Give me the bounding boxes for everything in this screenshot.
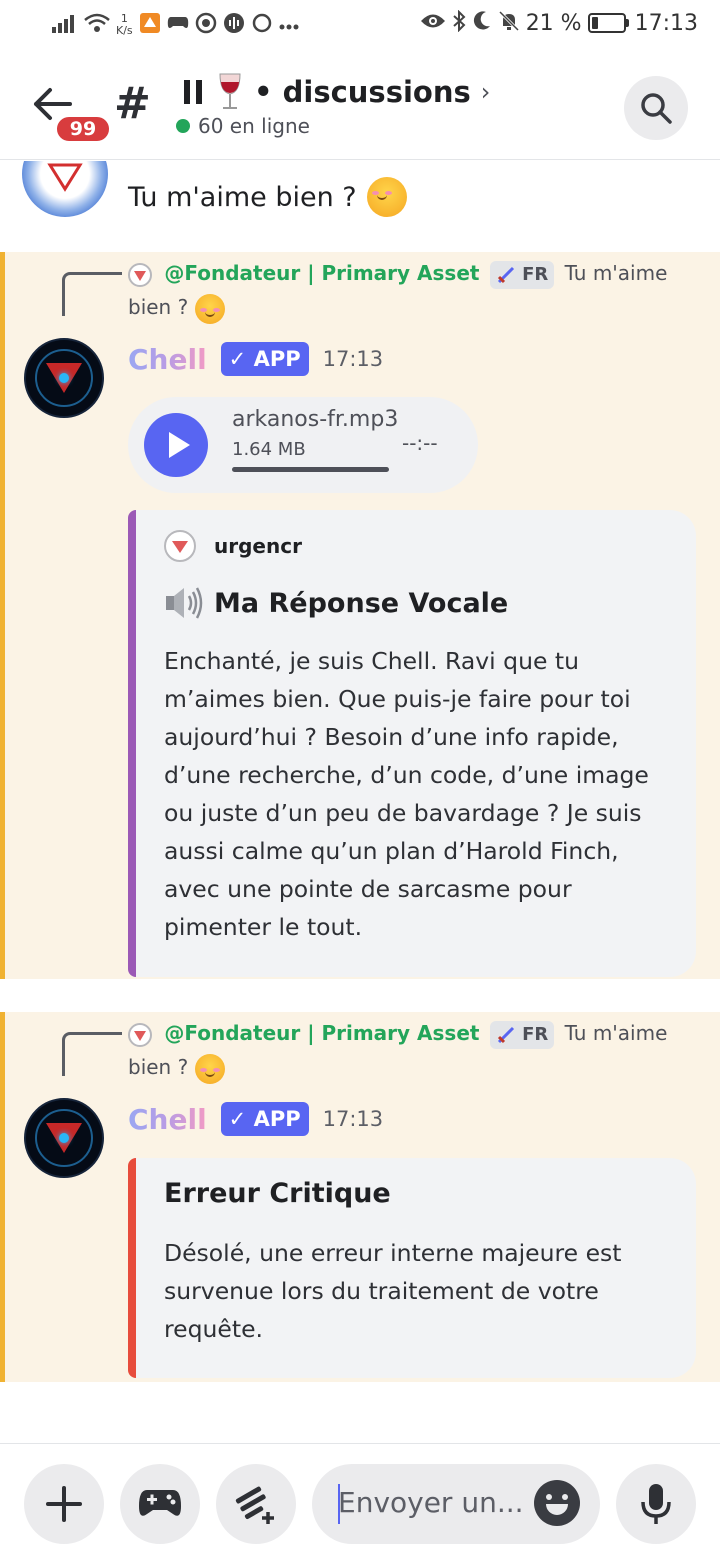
chevron-right-icon: › (480, 78, 491, 106)
previous-message[interactable]: Tu m'aime bien ? (0, 161, 720, 251)
app-badge: ✓ APP (220, 1102, 309, 1136)
embed-error: Erreur Critique Désolé, une erreur inter… (128, 1158, 696, 1378)
embed-title: Ma Réponse Vocale (164, 584, 508, 622)
timestamp: 17:13 (322, 1107, 384, 1131)
channel-header: 99 # • discussions › 60 en ligne (0, 52, 720, 160)
timestamp: 17:13 (322, 347, 384, 371)
reply-preview[interactable]: @Fondateur | Primary Asset FR Tu m'aime … (128, 1016, 688, 1084)
battery-percent: 21 % (525, 10, 582, 36)
author-name[interactable]: Chell (128, 1103, 207, 1136)
embed-title: Erreur Critique (164, 1178, 391, 1209)
pause-icon (184, 80, 202, 104)
bot-eye-icon (59, 1133, 69, 1143)
reply-connector (62, 1032, 122, 1076)
embed-description: Enchanté, je suis Chell. Ravi que tu m’a… (164, 647, 649, 941)
add-attachment-button[interactable] (24, 1464, 104, 1544)
embed-author-avatar-icon (164, 530, 196, 562)
battery-icon (587, 13, 629, 33)
reply-connector (62, 272, 122, 316)
app-launcher-icon (235, 1486, 274, 1524)
message-header: Chell ✓ APP 17:13 (128, 1102, 383, 1136)
microphone-icon (641, 1484, 671, 1524)
channel-title[interactable]: • discussions › (182, 72, 490, 112)
audio-duration: --:-- (402, 431, 438, 455)
emoji-picker-icon[interactable] (534, 1480, 580, 1526)
audio-file-name: arkanos-fr.mp3 (232, 407, 399, 432)
reply-mention[interactable]: @Fondateur | Primary Asset (164, 1021, 479, 1045)
bot-message-voice[interactable]: @Fondateur | Primary Asset FR Tu m'aime … (0, 252, 720, 979)
message-input[interactable]: Envoyer un... (312, 1464, 600, 1544)
reply-avatar-icon (128, 262, 152, 287)
channel-name: • discussions (254, 75, 471, 109)
embed-author: urgencr (164, 530, 302, 562)
network-speed: 1 K/s (116, 13, 133, 37)
message-text: Tu m'aime bien ? (128, 177, 407, 217)
reply-preview[interactable]: @Fondateur | Primary Asset FR Tu m'aime … (128, 256, 688, 324)
speaker-icon (166, 587, 203, 619)
plus-icon (46, 1486, 82, 1522)
status-bar: 1 K/s 21 % 17:13 (0, 0, 720, 52)
embed-author-name: urgencr (214, 534, 302, 558)
smiling-face-emoji-icon (366, 177, 407, 217)
eye-icon (420, 12, 446, 34)
smiling-face-emoji-icon (194, 1053, 225, 1084)
online-status: 60 en ligne (176, 114, 310, 138)
embed-voice-reply: urgencr Ma Réponse Vocale Enchanté, je s… (128, 510, 696, 977)
online-dot-icon (176, 119, 190, 133)
gamepad-icon (139, 1490, 181, 1516)
activities-button[interactable] (120, 1464, 200, 1544)
message-composer: Envoyer un... (0, 1443, 720, 1560)
voice-notification-icon (223, 12, 245, 38)
wine-glass-icon (219, 73, 241, 109)
search-button[interactable] (624, 76, 688, 140)
unread-badge: 99 (54, 114, 112, 144)
gamepad-notification-icon (167, 14, 189, 36)
clock: 17:13 (634, 10, 698, 36)
status-right: 21 % 17:13 (420, 9, 698, 36)
bot-eye-icon (59, 373, 69, 383)
apps-button[interactable] (216, 1464, 296, 1544)
bot-avatar[interactable] (24, 1098, 104, 1178)
whatsapp-icon (195, 12, 217, 38)
reply-mention[interactable]: @Fondateur | Primary Asset (164, 261, 479, 285)
audio-file-size: 1.64 MB (232, 439, 306, 460)
voice-message-button[interactable] (616, 1464, 696, 1544)
bluetooth-icon (452, 9, 466, 36)
more-notifications-icon (279, 16, 299, 34)
status-left: 1 K/s (52, 12, 299, 38)
message-placeholder: Envoyer un... (338, 1486, 524, 1519)
role-tag: FR (489, 261, 555, 289)
app-badge: ✓ APP (220, 342, 309, 376)
moon-icon (472, 10, 492, 36)
app-notification-icon (139, 12, 161, 38)
signal-icon (52, 13, 78, 37)
role-tag: FR (489, 1021, 555, 1049)
speed-unit: K/s (116, 24, 133, 37)
user-avatar[interactable] (22, 161, 108, 217)
wifi-icon (84, 13, 110, 37)
embed-description: Désolé, une erreur interne majeure est s… (164, 1239, 622, 1343)
channel-hash-icon: # (114, 78, 151, 129)
audio-player: arkanos-fr.mp3 1.64 MB --:-- (128, 397, 478, 493)
bot-avatar[interactable] (24, 338, 104, 418)
bell-off-icon (498, 10, 520, 36)
online-count: 60 en ligne (198, 114, 310, 138)
search-icon (641, 93, 672, 124)
smiling-face-emoji-icon (194, 293, 225, 324)
circle-notification-icon (251, 12, 273, 38)
sword-icon (497, 266, 514, 284)
play-button[interactable] (144, 413, 208, 477)
message-header: Chell ✓ APP 17:13 (128, 342, 383, 376)
audio-progress-bar[interactable] (232, 467, 389, 472)
sword-icon (497, 1026, 514, 1044)
author-name[interactable]: Chell (128, 343, 207, 376)
reply-avatar-icon (128, 1022, 152, 1047)
bot-message-error[interactable]: @Fondateur | Primary Asset FR Tu m'aime … (0, 1012, 720, 1382)
